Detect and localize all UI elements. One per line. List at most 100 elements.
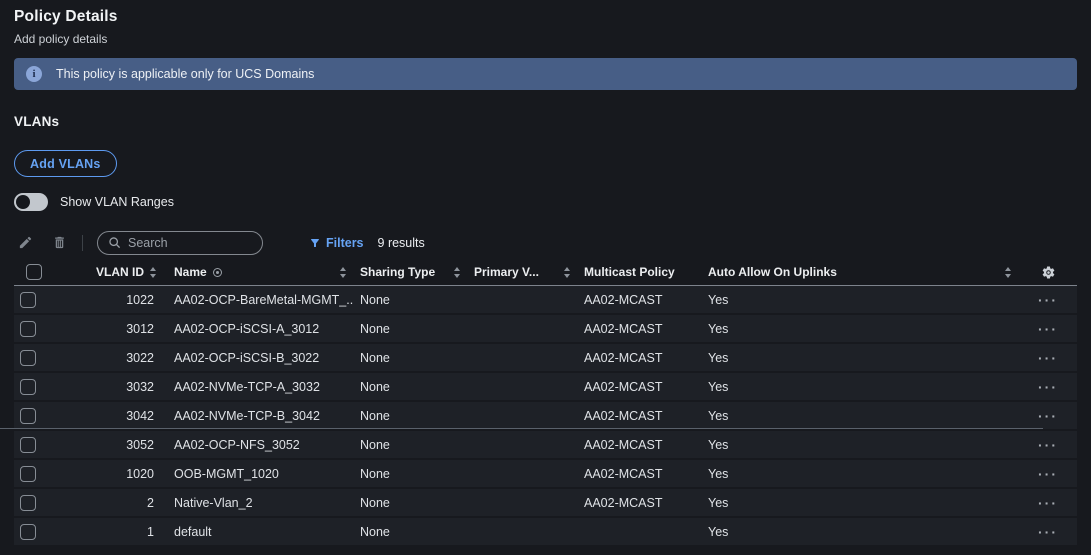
table-row: 3052 AA02-OCP-NFS_3052 None AA02-MCAST Yes ··… bbox=[14, 431, 1077, 460]
sharing-type-cell: None bbox=[360, 408, 390, 423]
row-checkbox-cell bbox=[14, 465, 58, 482]
sharing-type-cell: None bbox=[360, 350, 390, 365]
row-actions-cell: ··· bbox=[1019, 351, 1077, 365]
row-actions-cell: ··· bbox=[1019, 525, 1077, 539]
multicast-policy-cell: AA02-MCAST bbox=[584, 292, 663, 307]
more-options-icon[interactable]: ··· bbox=[1038, 467, 1058, 481]
search-input[interactable] bbox=[128, 235, 238, 250]
row-checkbox-cell bbox=[14, 378, 58, 395]
header-sharing-type[interactable]: Sharing Type bbox=[354, 259, 468, 285]
row-actions-cell: ··· bbox=[1019, 293, 1077, 307]
multicast-policy-cell: AA02-MCAST bbox=[584, 437, 663, 452]
table-row: 1 default None Yes ··· bbox=[14, 518, 1077, 547]
sharing-type-cell: None bbox=[360, 495, 390, 510]
table-body: 1022 AA02-OCP-BareMetal-MGMT_... None AA02-… bbox=[0, 286, 1077, 547]
sort-icon[interactable] bbox=[340, 266, 346, 278]
more-options-icon[interactable]: ··· bbox=[1038, 351, 1058, 365]
filter-funnel-icon bbox=[311, 238, 319, 247]
multicast-policy-cell: AA02-MCAST bbox=[584, 408, 663, 423]
row-checkbox-cell bbox=[14, 291, 58, 308]
show-vlan-ranges-label: Show VLAN Ranges bbox=[60, 195, 174, 209]
banner-text: This policy is applicable only for UCS D… bbox=[56, 67, 315, 81]
page-title: Policy Details bbox=[14, 8, 118, 25]
vlan-name-cell: OOB-MGMT_1020 bbox=[174, 466, 279, 481]
row-actions-cell: ··· bbox=[1019, 322, 1077, 336]
row-actions-cell: ··· bbox=[1019, 496, 1077, 510]
more-options-icon[interactable]: ··· bbox=[1038, 293, 1058, 307]
more-options-icon[interactable]: ··· bbox=[1038, 380, 1058, 394]
auto-allow-cell: Yes bbox=[708, 292, 729, 307]
header-settings-cell bbox=[1019, 259, 1077, 285]
sort-icon[interactable] bbox=[150, 266, 156, 278]
header-vlan-id[interactable]: VLAN ID bbox=[58, 259, 168, 285]
row-checkbox[interactable] bbox=[20, 407, 36, 424]
vlan-name-cell: AA02-NVMe-TCP-A_3032 bbox=[174, 379, 320, 394]
vlan-id-cell: 3022 bbox=[126, 350, 154, 365]
row-checkbox[interactable] bbox=[20, 494, 36, 511]
sort-icon[interactable] bbox=[564, 266, 570, 278]
sharing-type-cell: None bbox=[360, 379, 390, 394]
header-primary-vlan[interactable]: Primary V... bbox=[468, 259, 578, 285]
row-checkbox[interactable] bbox=[20, 349, 36, 366]
row-checkbox-cell bbox=[14, 436, 58, 453]
vlan-name-cell: AA02-OCP-iSCSI-A_3012 bbox=[174, 321, 320, 336]
header-multicast-policy[interactable]: Multicast Policy bbox=[578, 259, 702, 285]
section-title-vlans: VLANs bbox=[14, 114, 60, 129]
row-checkbox-cell bbox=[14, 523, 58, 540]
vlan-name-cell: AA02-OCP-NFS_3052 bbox=[174, 437, 300, 452]
vlan-name-cell: default bbox=[174, 524, 212, 539]
multicast-policy-cell: AA02-MCAST bbox=[584, 350, 663, 365]
sort-icon[interactable] bbox=[1005, 266, 1011, 278]
header-checkbox-cell bbox=[14, 259, 58, 285]
search-icon bbox=[109, 237, 121, 249]
vlan-name-cell: AA02-OCP-iSCSI-B_3022 bbox=[174, 350, 320, 365]
multicast-policy-cell: AA02-MCAST bbox=[584, 379, 663, 394]
sharing-type-cell: None bbox=[360, 466, 390, 481]
edit-button[interactable] bbox=[14, 232, 36, 254]
more-options-icon[interactable]: ··· bbox=[1038, 438, 1058, 452]
delete-button[interactable] bbox=[48, 232, 70, 254]
row-checkbox[interactable] bbox=[20, 436, 36, 453]
toggle-knob bbox=[16, 195, 30, 209]
show-vlan-ranges-row: Show VLAN Ranges bbox=[14, 193, 1077, 211]
sort-icon[interactable] bbox=[454, 266, 460, 278]
row-checkbox[interactable] bbox=[20, 291, 36, 308]
table-settings-button[interactable] bbox=[1019, 265, 1077, 280]
pencil-icon bbox=[19, 236, 31, 249]
auto-allow-cell: Yes bbox=[708, 437, 729, 452]
results-count: 9 results bbox=[377, 235, 425, 250]
row-checkbox[interactable] bbox=[20, 378, 36, 395]
vlan-table: VLAN ID Name Sharing Type Primary V... M… bbox=[0, 259, 1077, 547]
more-options-icon[interactable]: ··· bbox=[1038, 496, 1058, 510]
table-toolbar: Filters 9 results bbox=[14, 230, 1077, 255]
show-vlan-ranges-toggle[interactable] bbox=[14, 193, 48, 211]
header-name[interactable]: Name bbox=[168, 259, 354, 285]
filters-button[interactable]: Filters bbox=[309, 236, 364, 250]
multicast-policy-cell: AA02-MCAST bbox=[584, 466, 663, 481]
sorted-indicator-icon bbox=[212, 267, 222, 277]
sharing-type-cell: None bbox=[360, 321, 390, 336]
multicast-policy-cell: AA02-MCAST bbox=[584, 321, 663, 336]
auto-allow-cell: Yes bbox=[708, 495, 729, 510]
gear-icon bbox=[1042, 265, 1054, 278]
row-actions-cell: ··· bbox=[1019, 467, 1077, 481]
header-auto-allow[interactable]: Auto Allow On Uplinks bbox=[702, 259, 1019, 285]
multicast-policy-cell: AA02-MCAST bbox=[584, 495, 663, 510]
select-all-checkbox[interactable] bbox=[26, 264, 42, 280]
sharing-type-cell: None bbox=[360, 524, 390, 539]
row-checkbox[interactable] bbox=[20, 523, 36, 540]
info-banner: i This policy is applicable only for UCS… bbox=[14, 58, 1077, 90]
add-vlans-button[interactable]: Add VLANs bbox=[14, 150, 117, 177]
more-options-icon[interactable]: ··· bbox=[1038, 409, 1058, 423]
more-options-icon[interactable]: ··· bbox=[1038, 525, 1058, 539]
search-box[interactable] bbox=[97, 230, 263, 255]
table-row: 2 Native-Vlan_2 None AA02-MCAST Yes ··· bbox=[14, 489, 1077, 518]
row-checkbox-cell bbox=[14, 407, 58, 424]
more-options-icon[interactable]: ··· bbox=[1038, 322, 1058, 336]
table-row: 3042 AA02-NVMe-TCP-B_3042 None AA02-MCAST Ye… bbox=[0, 402, 1077, 431]
vlan-id-cell: 1022 bbox=[126, 292, 154, 307]
row-checkbox[interactable] bbox=[20, 320, 36, 337]
page-subtitle: Add policy details bbox=[14, 32, 108, 46]
table-row: 1022 AA02-OCP-BareMetal-MGMT_... None AA02-… bbox=[14, 286, 1077, 315]
row-checkbox[interactable] bbox=[20, 465, 36, 482]
